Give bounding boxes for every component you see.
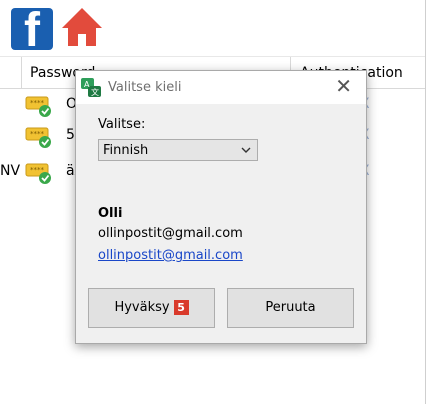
language-dropdown[interactable]: Finnish: [98, 139, 258, 161]
language-dialog: A 文 Valitse kieli ✕ Valitse: Finnish Oll…: [75, 70, 367, 344]
toolbar: f: [0, 0, 426, 56]
svg-text:A: A: [84, 80, 90, 89]
close-icon[interactable]: ✕: [335, 76, 352, 96]
svg-text:文: 文: [91, 87, 99, 97]
password-key-icon: ****: [25, 163, 51, 184]
facebook-icon[interactable]: f: [11, 8, 53, 50]
cancel-button[interactable]: Peruuta: [227, 288, 354, 328]
row-left-text: NV: [0, 163, 21, 179]
language-value: Finnish: [103, 143, 149, 158]
dialog-titlebar[interactable]: A 文 Valitse kieli ✕: [76, 71, 366, 104]
user-name: Olli: [98, 206, 123, 221]
language-app-icon: A 文: [81, 78, 101, 97]
step-badge: 5: [173, 300, 189, 315]
cancel-button-label: Peruuta: [265, 300, 316, 315]
user-email: ollinpostit@gmail.com: [98, 226, 243, 241]
select-label: Valitse:: [98, 117, 146, 132]
ok-button[interactable]: Hyväksy 5: [88, 288, 215, 328]
column-separator[interactable]: [21, 57, 22, 88]
chevron-down-icon: [241, 147, 251, 153]
password-key-icon: ****: [25, 127, 51, 148]
home-icon[interactable]: [60, 6, 104, 48]
user-email-link[interactable]: ollinpostit@gmail.com: [98, 248, 243, 263]
dialog-title: Valitse kieli: [108, 80, 182, 95]
ok-button-label: Hyväksy: [114, 300, 170, 315]
password-key-icon: ****: [25, 96, 51, 117]
